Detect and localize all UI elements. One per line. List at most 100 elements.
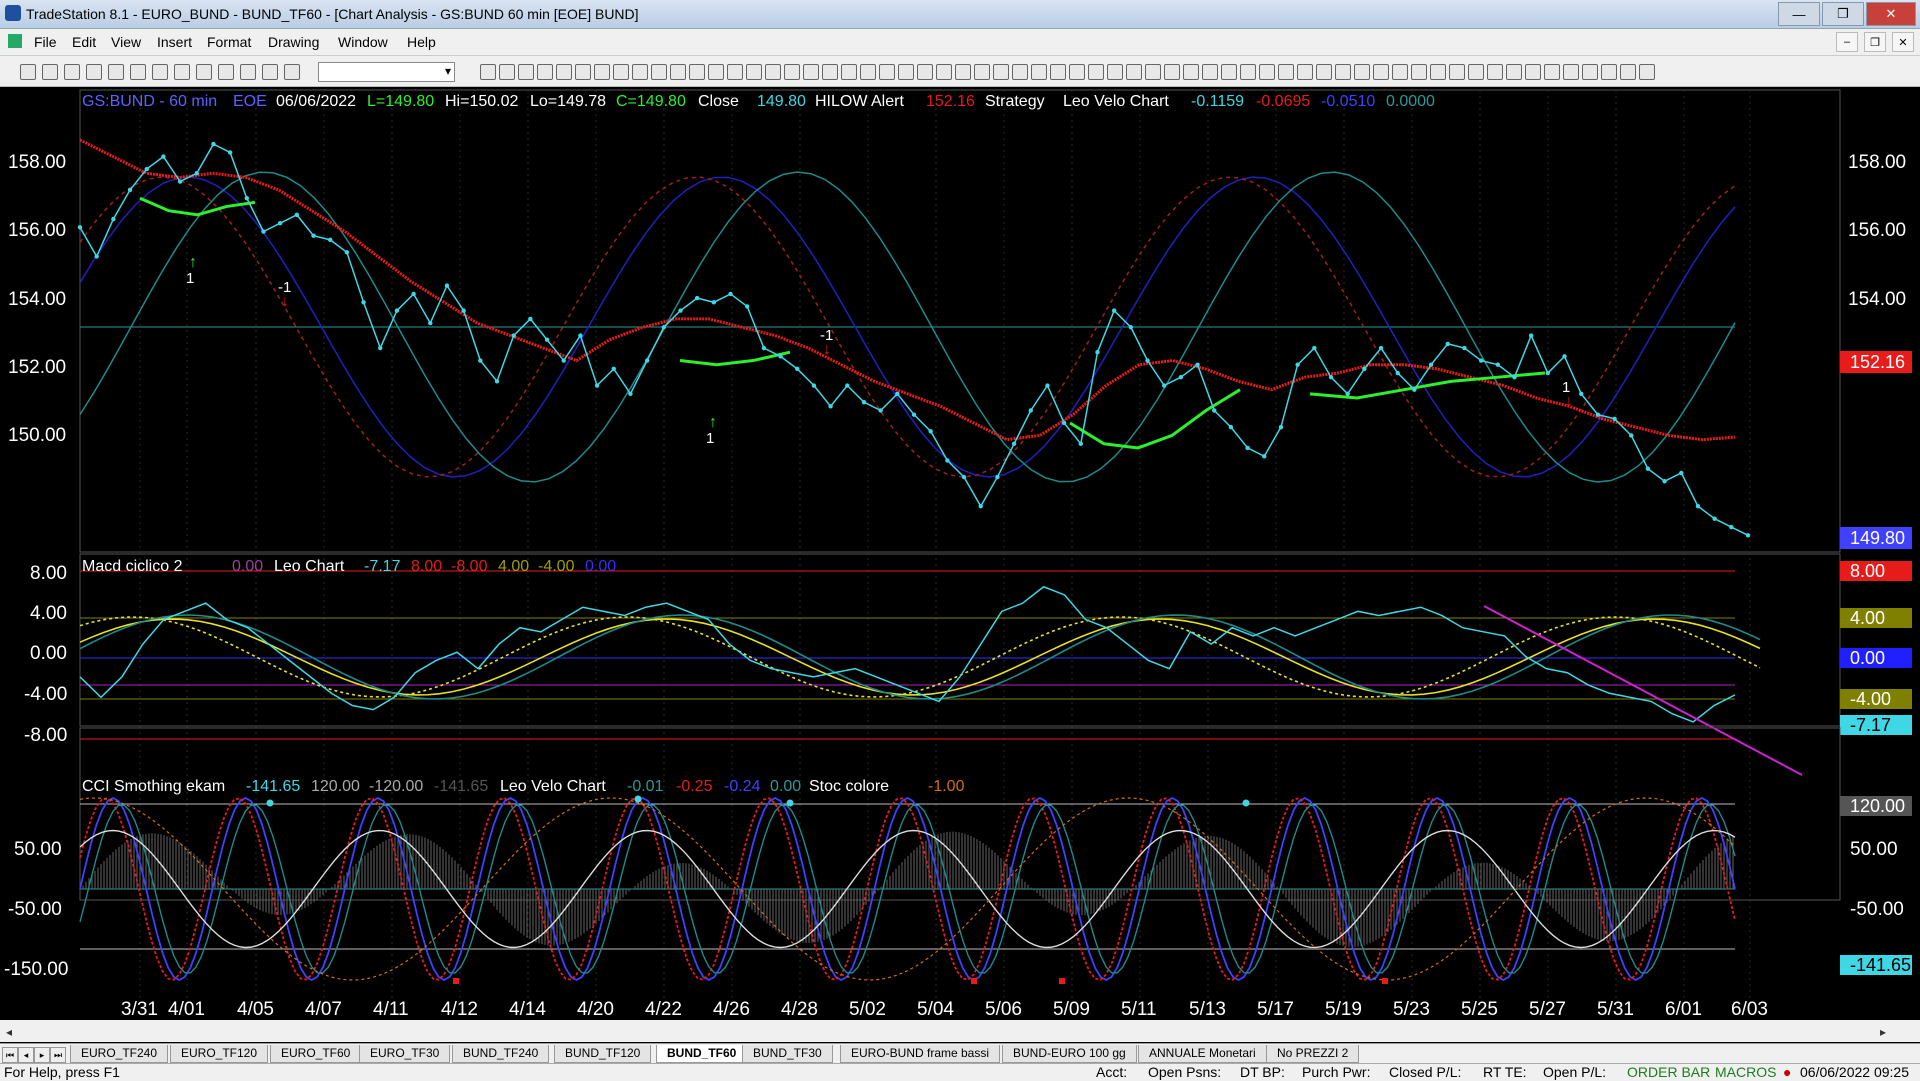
toolbar-tool-icon[interactable] (1107, 64, 1123, 80)
toolbar-tool-icon[interactable] (765, 64, 781, 80)
menu-drawing[interactable]: Drawing (268, 34, 319, 50)
toolbar-tool-icon[interactable] (1563, 64, 1579, 80)
toolbar-tool-icon[interactable] (898, 64, 914, 80)
chart-canvas[interactable]: 1↑-1↓1↑-1↓1↓ GS:BUND - 60 min EOE 06/06/… (0, 87, 1920, 1043)
toolbar-tool-icon[interactable] (537, 64, 553, 80)
toolbar-tool-icon[interactable] (1620, 64, 1636, 80)
toolbar-tool-icon[interactable] (196, 64, 212, 80)
status-macros[interactable]: MACROS (1715, 1064, 1776, 1080)
workspace-tab[interactable]: EURO_TF60 (270, 1045, 362, 1063)
chart-window[interactable]: 1 ↑ -1 ↓ 1 ↑ -1 ↓ 1 ↓ GS:BUND - 60 min EOE 06/06/… (0, 87, 1920, 1043)
toolbar-tool-icon[interactable] (480, 64, 496, 80)
toolbar-tool-icon[interactable] (1544, 64, 1560, 80)
toolbar-tool-icon[interactable] (284, 64, 300, 80)
menu-format[interactable]: Format (207, 34, 251, 50)
workspace-tab[interactable]: BUND_TF240 (452, 1045, 550, 1063)
toolbar-tool-icon[interactable] (727, 64, 743, 80)
toolbar-tool-icon[interactable] (1582, 64, 1598, 80)
workspace-tab[interactable]: No PREZZI 2 (1266, 1045, 1360, 1063)
workspace-tab[interactable]: BUND_TF120 (554, 1045, 652, 1063)
menu-file[interactable]: File (34, 34, 57, 50)
toolbar-tool-icon[interactable] (1031, 64, 1047, 80)
toolbar-tool-icon[interactable] (1449, 64, 1465, 80)
toolbar-tool-icon[interactable] (1297, 64, 1313, 80)
tab-prev-icon[interactable]: ◂ (18, 1047, 34, 1063)
workspace-tab[interactable]: BUND_TF30 (742, 1045, 833, 1063)
toolbar-tool-icon[interactable] (1487, 64, 1503, 80)
mdi-close-button[interactable]: ✕ (1892, 32, 1914, 52)
toolbar-tool-icon[interactable] (1145, 64, 1161, 80)
menu-edit[interactable]: Edit (72, 34, 96, 50)
toolbar-tool-icon[interactable] (651, 64, 667, 80)
status-order-bar[interactable]: ORDER BAR (1627, 1064, 1710, 1080)
tab-last-icon[interactable]: ⏭ (50, 1047, 66, 1063)
toolbar-tool-icon[interactable] (1316, 64, 1332, 80)
toolbar-tool-icon[interactable] (803, 64, 819, 80)
toolbar-tool-icon[interactable] (174, 64, 190, 80)
workspace-tab[interactable]: EURO_TF120 (170, 1045, 269, 1063)
toolbar-tool-icon[interactable] (86, 64, 102, 80)
toolbar-tool-icon[interactable] (879, 64, 895, 80)
toolbar-tool-icon[interactable] (1468, 64, 1484, 80)
toolbar-tool-icon[interactable] (708, 64, 724, 80)
toolbar-tool-icon[interactable] (1126, 64, 1142, 80)
workspace-tab[interactable]: EURO-BUND frame bassi (840, 1045, 1001, 1063)
menu-help[interactable]: Help (407, 34, 436, 50)
scroll-right-icon[interactable]: ▸ (1880, 1025, 1886, 1039)
toolbar-tool-icon[interactable] (1392, 64, 1408, 80)
toolbar-tool-icon[interactable] (262, 64, 278, 80)
toolbar-tool-icon[interactable] (1430, 64, 1446, 80)
menu-window[interactable]: Window (338, 34, 388, 50)
toolbar-tool-icon[interactable] (218, 64, 234, 80)
toolbar-tool-icon[interactable] (917, 64, 933, 80)
toolbar-tool-icon[interactable] (575, 64, 591, 80)
toolbar-tool-icon[interactable] (1183, 64, 1199, 80)
toolbar-tool-icon[interactable] (1088, 64, 1104, 80)
toolbar-tool-icon[interactable] (936, 64, 952, 80)
toolbar-tool-icon[interactable] (974, 64, 990, 80)
toolbar-tool-icon[interactable] (42, 64, 58, 80)
workspace-tab[interactable]: BUND-EURO 100 gg (1002, 1045, 1137, 1063)
toolbar-tool-icon[interactable] (1012, 64, 1028, 80)
toolbar-tool-icon[interactable] (130, 64, 146, 80)
workspace-tab[interactable]: ANNUALE Monetari (1138, 1045, 1267, 1063)
toolbar-tool-icon[interactable] (1202, 64, 1218, 80)
toolbar-tool-icon[interactable] (1259, 64, 1275, 80)
toolbar-tool-icon[interactable] (1373, 64, 1389, 80)
toolbar-tool-icon[interactable] (670, 64, 686, 80)
toolbar-tool-icon[interactable] (955, 64, 971, 80)
toolbar-tool-icon[interactable] (784, 64, 800, 80)
toolbar-tool-icon[interactable] (594, 64, 610, 80)
toolbar-tool-icon[interactable] (108, 64, 124, 80)
toolbar-tool-icon[interactable] (1069, 64, 1085, 80)
toolbar-tool-icon[interactable] (556, 64, 572, 80)
horizontal-scrollbar[interactable] (0, 1020, 1920, 1042)
close-button[interactable]: ✕ (1866, 2, 1916, 26)
mdi-minimize-button[interactable]: ‒ (1836, 32, 1858, 52)
toolbar-tool-icon[interactable] (1050, 64, 1066, 80)
symbol-combo[interactable] (318, 62, 455, 82)
toolbar-tool-icon[interactable] (1164, 64, 1180, 80)
toolbar-tool-icon[interactable] (993, 64, 1009, 80)
toolbar-tool-icon[interactable] (1221, 64, 1237, 80)
toolbar-tool-icon[interactable] (822, 64, 838, 80)
toolbar-tool-icon[interactable] (613, 64, 629, 80)
toolbar-tool-icon[interactable] (1240, 64, 1256, 80)
menu-view[interactable]: View (111, 34, 141, 50)
toolbar-tool-icon[interactable] (1601, 64, 1617, 80)
toolbar-tool-icon[interactable] (64, 64, 80, 80)
macd-trendline[interactable] (1483, 605, 1803, 776)
toolbar-tool-icon[interactable] (1525, 64, 1541, 80)
toolbar-tool-icon[interactable] (152, 64, 168, 80)
toolbar-tool-icon[interactable] (20, 64, 36, 80)
toolbar-tool-icon[interactable] (1278, 64, 1294, 80)
minimize-button[interactable]: — (1778, 2, 1820, 26)
toolbar-tool-icon[interactable] (1335, 64, 1351, 80)
workspace-tab[interactable]: EURO_TF240 (70, 1045, 169, 1063)
toolbar-tool-icon[interactable] (1506, 64, 1522, 80)
scroll-left-icon[interactable]: ◂ (6, 1025, 12, 1039)
tab-first-icon[interactable]: ⏮ (2, 1047, 18, 1063)
maximize-button[interactable]: ❐ (1822, 2, 1864, 26)
workspace-tab[interactable]: BUND_TF60 (656, 1045, 748, 1063)
toolbar-tool-icon[interactable] (841, 64, 857, 80)
